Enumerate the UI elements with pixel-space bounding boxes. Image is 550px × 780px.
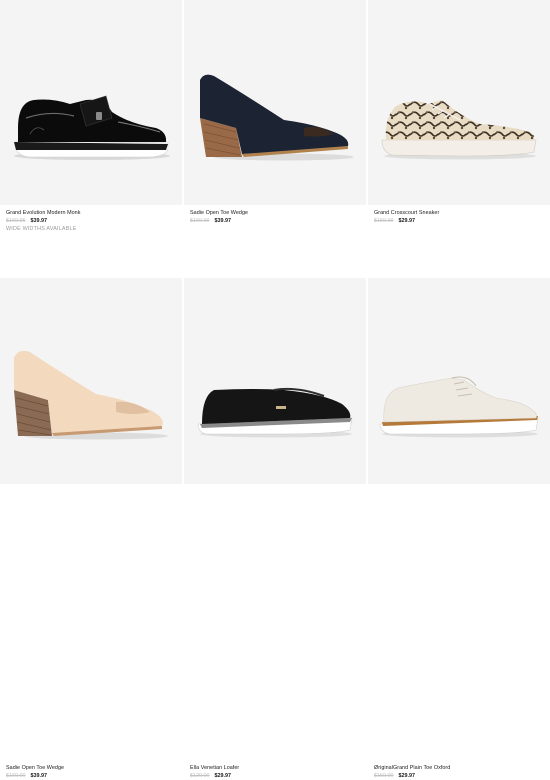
sale-price: $29.97 [214, 773, 232, 779]
product-price: $169.95 $39.97 [6, 218, 80, 225]
product-image[interactable] [0, 0, 182, 205]
product-image[interactable] [368, 0, 550, 205]
product-image[interactable] [0, 278, 182, 484]
product-info: ØriginalGrand Plain Toe Oxford $150.00 $2… [374, 765, 450, 780]
product-name[interactable]: Sadie Open Toe Wedge [190, 210, 248, 217]
original-price: $169.95 [6, 218, 26, 224]
sale-price: $29.97 [398, 218, 416, 224]
original-price: $120.00 [190, 773, 210, 779]
product-name[interactable]: Ella Venetian Loafer [190, 765, 239, 772]
original-price: $160.00 [190, 218, 210, 224]
wide-widths-note: WIDE WIDTHS AVAILABLE [6, 225, 77, 232]
product-name[interactable]: Grand Evolution Modern Monk [6, 210, 80, 217]
product-info: Sadie Open Toe Wedge $160.00 $39.97 [190, 210, 248, 225]
black-loafer-image [197, 387, 353, 438]
product-image[interactable] [368, 278, 550, 484]
product-info: Sadie Open Toe Wedge $160.00 $39.97 [6, 765, 64, 780]
sale-price: $29.97 [398, 773, 416, 779]
product-info: Grand Evolution Modern Monk $169.95 $39.9… [6, 210, 80, 233]
snakeskin-sneaker-image [381, 100, 537, 160]
product-name[interactable]: Sadie Open Toe Wedge [6, 765, 64, 772]
black-monk-shoe-image [14, 95, 170, 160]
nude-wedge-shoe-image [14, 350, 168, 440]
product-info: Ella Venetian Loafer $120.00 $29.97 [190, 765, 239, 780]
product-price: $160.00 $39.97 [6, 773, 64, 780]
product-image[interactable] [184, 0, 366, 205]
product-price: $150.00 $29.97 [374, 218, 439, 225]
white-oxford-image [379, 376, 539, 438]
product-name[interactable]: Grand Crosscourt Sneaker [374, 210, 439, 217]
sale-price: $39.97 [214, 218, 232, 224]
original-price: $150.00 [374, 218, 394, 224]
product-price: $120.00 $29.97 [190, 773, 239, 780]
original-price: $160.00 [6, 773, 26, 779]
product-grid: Grand Evolution Modern Monk $169.95 $39.9… [0, 0, 550, 779]
original-price: $150.00 [374, 773, 394, 779]
product-price: $160.00 $39.97 [190, 218, 248, 225]
sale-price: $39.97 [30, 218, 48, 224]
sale-price: $39.97 [30, 773, 48, 779]
product-image[interactable] [184, 278, 366, 484]
product-price: $150.00 $29.97 [374, 773, 450, 780]
product-name[interactable]: ØriginalGrand Plain Toe Oxford [374, 765, 450, 772]
navy-wedge-shoe-image [200, 74, 354, 161]
product-info: Grand Crosscourt Sneaker $150.00 $29.97 [374, 210, 439, 225]
